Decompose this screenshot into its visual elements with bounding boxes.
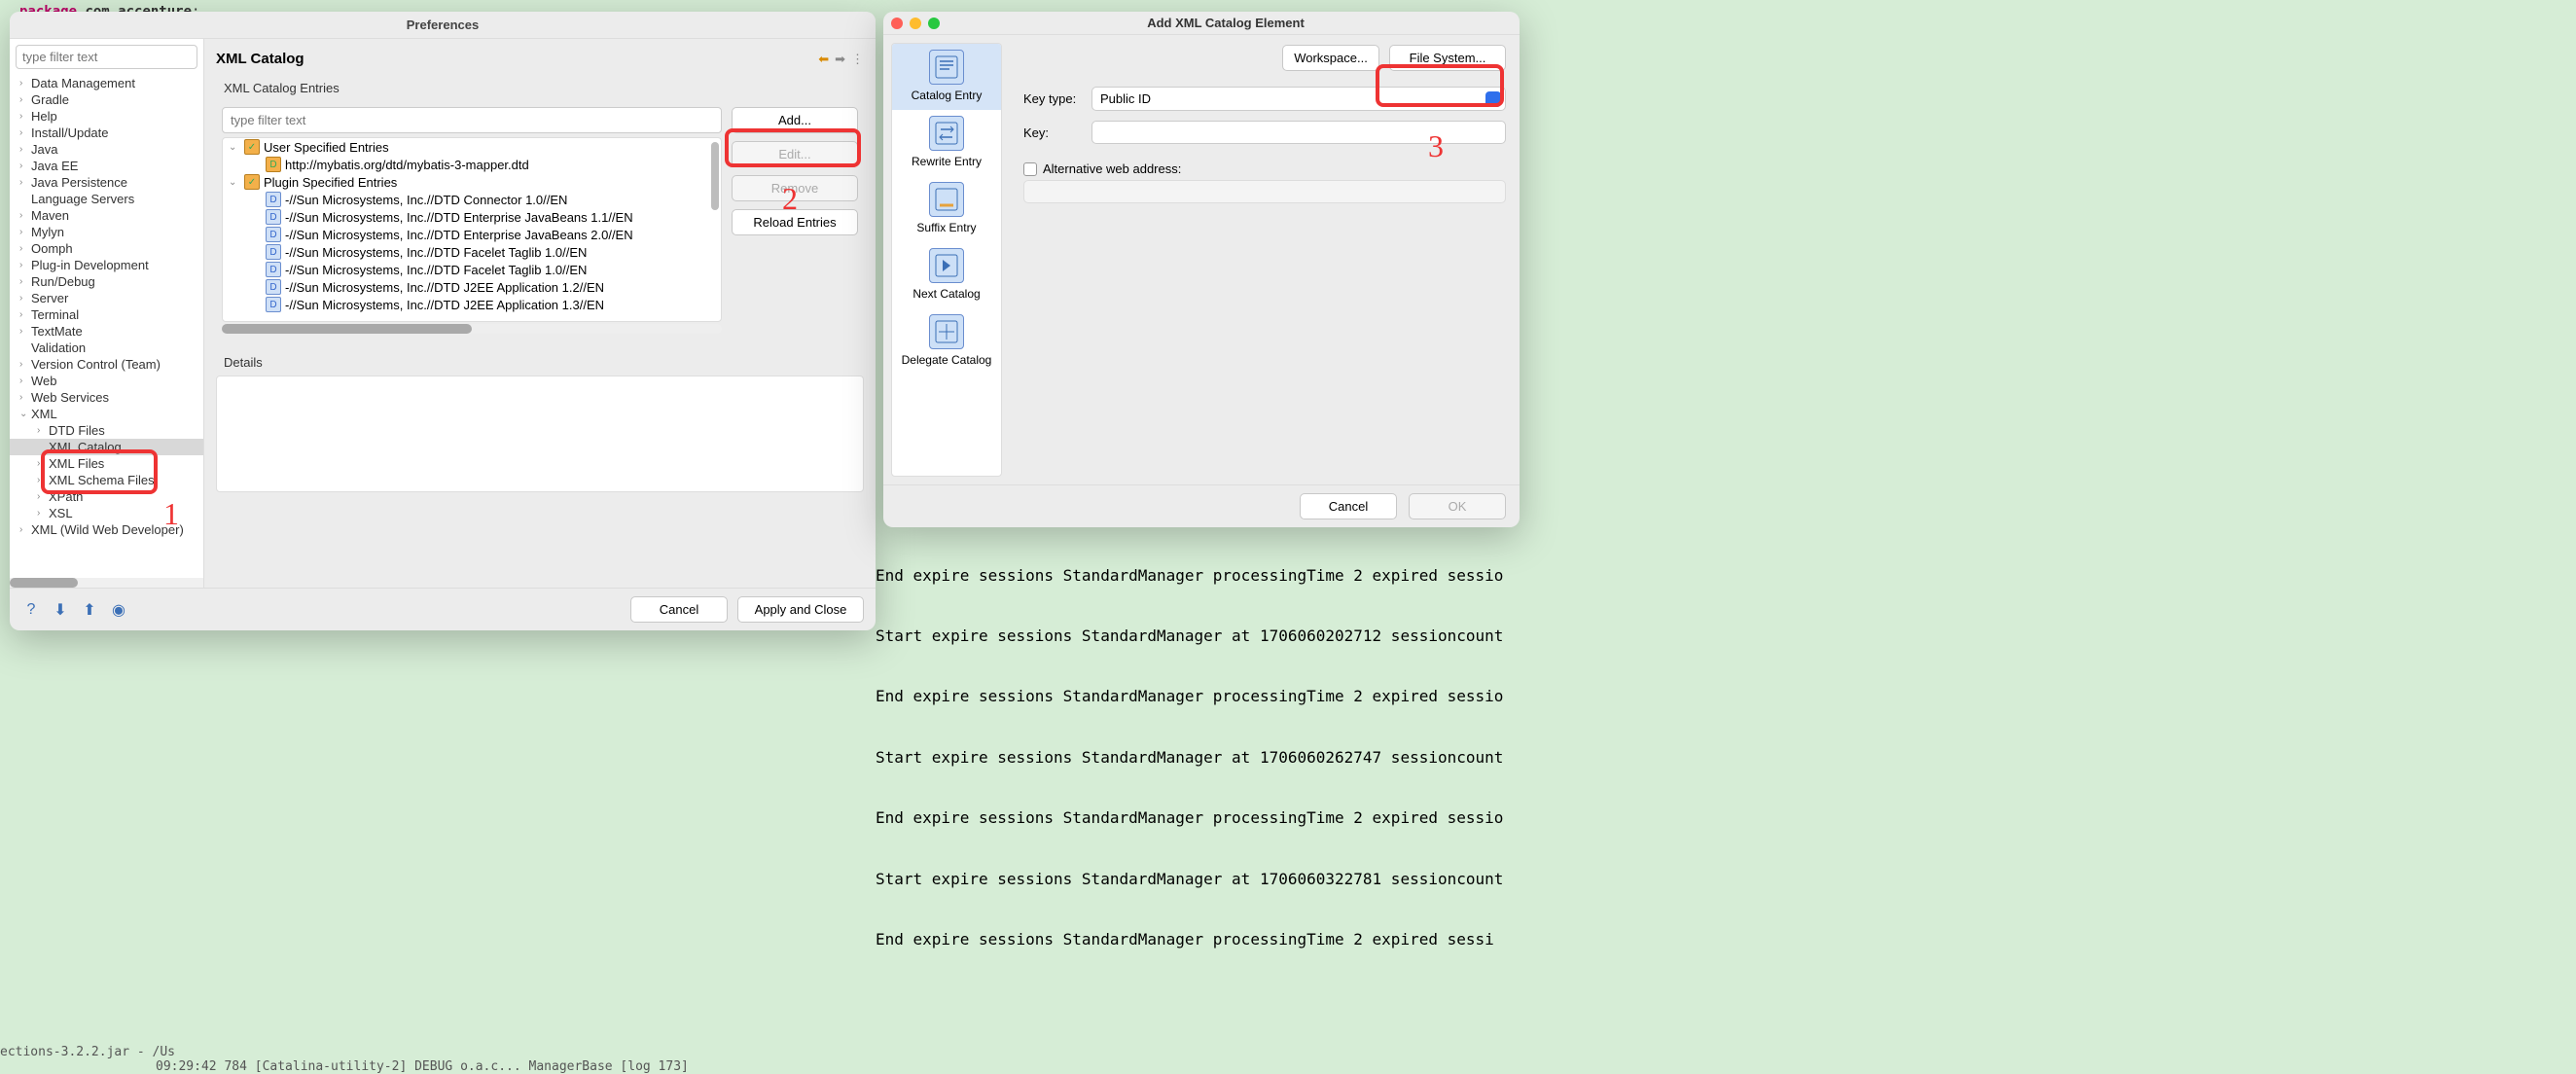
window-controls[interactable] xyxy=(891,18,940,29)
status-fragment: ections-3.2.2.jar - /Us 09:29:42 784 [Ca… xyxy=(0,1045,689,1074)
nav-arrows: ⬅ ➡ ⋮ xyxy=(818,52,864,67)
entry-leaf[interactable]: D-//Sun Microsystems, Inc.//DTD Facelet … xyxy=(223,243,721,261)
entries-vscroll[interactable] xyxy=(711,142,719,210)
cancel-button[interactable]: Cancel xyxy=(630,596,728,623)
tree-item-data-management[interactable]: ›Data Management xyxy=(10,75,203,91)
altweb-checkbox[interactable] xyxy=(1023,162,1037,176)
entry-leaf[interactable]: D-//Sun Microsystems, Inc.//DTD Enterpri… xyxy=(223,208,721,226)
tree-item-xml-catalog[interactable]: XML Catalog xyxy=(10,439,203,455)
tree-item-java-ee[interactable]: ›Java EE xyxy=(10,158,203,174)
rewrite-entry-icon xyxy=(929,116,964,151)
entry-leaf[interactable]: D-//Sun Microsystems, Inc.//DTD Connecto… xyxy=(223,191,721,208)
keytype-label: Key type: xyxy=(1023,91,1082,106)
addcat-cancel-button[interactable]: Cancel xyxy=(1300,493,1397,519)
entry-leaf[interactable]: D-//Sun Microsystems, Inc.//DTD J2EE App… xyxy=(223,296,721,313)
filesystem-button[interactable]: File System... xyxy=(1389,45,1506,71)
console-output: End expire sessions StandardManager proc… xyxy=(876,525,1503,971)
tree-item-xml-schema-files[interactable]: ›XML Schema Files xyxy=(10,472,203,488)
edit-button[interactable]: Edit... xyxy=(732,141,858,167)
tree-item-maven[interactable]: ›Maven xyxy=(10,207,203,224)
tree-item-terminal[interactable]: ›Terminal xyxy=(10,306,203,323)
entries-tree[interactable]: ⌄✓User Specified Entries Dhttp://mybatis… xyxy=(222,137,722,322)
record-icon[interactable]: ◉ xyxy=(109,600,128,620)
tree-item-java[interactable]: ›Java xyxy=(10,141,203,158)
tree-item-install-update[interactable]: ›Install/Update xyxy=(10,125,203,141)
entry-leaf[interactable]: D-//Sun Microsystems, Inc.//DTD J2EE App… xyxy=(223,278,721,296)
import-icon[interactable]: ⬇ xyxy=(51,600,70,620)
entries-filter-input[interactable] xyxy=(222,107,722,133)
nav-back-icon[interactable]: ⬅ xyxy=(818,52,829,67)
details-label: Details xyxy=(224,355,864,370)
tree-item-oomph[interactable]: ›Oomph xyxy=(10,240,203,257)
zoom-icon[interactable] xyxy=(928,18,940,29)
type-rewrite-entry[interactable]: Rewrite Entry xyxy=(892,110,1001,176)
close-icon[interactable] xyxy=(891,18,903,29)
tree-item-version-control[interactable]: ›Version Control (Team) xyxy=(10,356,203,373)
entries-label: XML Catalog Entries xyxy=(224,81,864,95)
annotation-number-2: 2 xyxy=(782,181,798,217)
tree-item-plugin-dev[interactable]: ›Plug-in Development xyxy=(10,257,203,273)
keytype-select[interactable]: Public ID xyxy=(1091,87,1506,111)
tree-item-java-persistence[interactable]: ›Java Persistence xyxy=(10,174,203,191)
delegate-catalog-icon xyxy=(929,314,964,349)
entry-leaf[interactable]: Dhttp://mybatis.org/dtd/mybatis-3-mapper… xyxy=(223,156,721,173)
tree-item-help[interactable]: ›Help xyxy=(10,108,203,125)
minimize-icon[interactable] xyxy=(910,18,921,29)
tree-item-mylyn[interactable]: ›Mylyn xyxy=(10,224,203,240)
add-button[interactable]: Add... xyxy=(732,107,858,133)
key-input[interactable] xyxy=(1091,121,1506,144)
tree-item-dtd-files[interactable]: ›DTD Files xyxy=(10,422,203,439)
tree-item-textmate[interactable]: ›TextMate xyxy=(10,323,203,340)
tree-item-web-services[interactable]: ›Web Services xyxy=(10,389,203,406)
tree-item-validation[interactable]: Validation xyxy=(10,340,203,356)
tree-item-xml-files[interactable]: ›XML Files xyxy=(10,455,203,472)
annotation-number-1: 1 xyxy=(163,496,179,532)
entries-hscroll[interactable] xyxy=(222,324,722,334)
page-title: XML Catalog xyxy=(216,51,304,67)
nav-forward-icon[interactable]: ➡ xyxy=(835,52,845,67)
add-catalog-form: Workspace... File System... Key type: Pu… xyxy=(1010,35,1520,484)
type-suffix-entry[interactable]: Suffix Entry xyxy=(892,176,1001,242)
preferences-main: XML Catalog ⬅ ➡ ⋮ XML Catalog Entries ⌄✓… xyxy=(204,39,876,588)
help-icon[interactable]: ? xyxy=(21,600,41,620)
details-box xyxy=(216,376,864,492)
element-type-list: Catalog Entry Rewrite Entry Suffix Entry… xyxy=(891,43,1002,477)
workspace-button[interactable]: Workspace... xyxy=(1282,45,1379,71)
catalog-entry-icon xyxy=(929,50,964,85)
tree-item-run-debug[interactable]: ›Run/Debug xyxy=(10,273,203,290)
preferences-footer: ? ⬇ ⬆ ◉ Cancel Apply and Close xyxy=(10,588,876,630)
tree-item-language-servers[interactable]: Language Servers xyxy=(10,191,203,207)
sidebar-hscroll[interactable] xyxy=(10,578,203,588)
details-panel: Details xyxy=(216,351,864,492)
entries-panel: ⌄✓User Specified Entries Dhttp://mybatis… xyxy=(216,101,864,340)
preferences-title: Preferences xyxy=(10,12,876,39)
add-catalog-dialog: Add XML Catalog Element Catalog Entry Re… xyxy=(883,12,1520,527)
key-label: Key: xyxy=(1023,125,1082,140)
entry-leaf[interactable]: D-//Sun Microsystems, Inc.//DTD Facelet … xyxy=(223,261,721,278)
add-catalog-title: Add XML Catalog Element xyxy=(940,16,1512,30)
altweb-label: Alternative web address: xyxy=(1043,161,1181,176)
preferences-dialog: Preferences ›Data Management ›Gradle ›He… xyxy=(10,12,876,630)
entry-leaf[interactable]: D-//Sun Microsystems, Inc.//DTD Enterpri… xyxy=(223,226,721,243)
annotation-number-3: 3 xyxy=(1428,128,1444,164)
type-catalog-entry[interactable]: Catalog Entry xyxy=(892,44,1001,110)
type-delegate-catalog[interactable]: Delegate Catalog xyxy=(892,308,1001,375)
view-menu-icon[interactable]: ⋮ xyxy=(851,52,864,67)
suffix-entry-icon xyxy=(929,182,964,217)
export-icon[interactable]: ⬆ xyxy=(80,600,99,620)
tree-item-server[interactable]: ›Server xyxy=(10,290,203,306)
altweb-input xyxy=(1023,180,1506,203)
tree-item-gradle[interactable]: ›Gradle xyxy=(10,91,203,108)
entry-group-user[interactable]: ⌄✓User Specified Entries xyxy=(223,138,721,156)
tree-item-web[interactable]: ›Web xyxy=(10,373,203,389)
tree-item-xml[interactable]: ⌄XML xyxy=(10,406,203,422)
preferences-body: ›Data Management ›Gradle ›Help ›Install/… xyxy=(10,39,876,588)
apply-close-button[interactable]: Apply and Close xyxy=(737,596,864,623)
addcat-ok-button[interactable]: OK xyxy=(1409,493,1506,519)
entry-group-plugin[interactable]: ⌄✓Plugin Specified Entries xyxy=(223,173,721,191)
sidebar-filter-input[interactable] xyxy=(16,45,197,69)
next-catalog-icon xyxy=(929,248,964,283)
type-next-catalog[interactable]: Next Catalog xyxy=(892,242,1001,308)
